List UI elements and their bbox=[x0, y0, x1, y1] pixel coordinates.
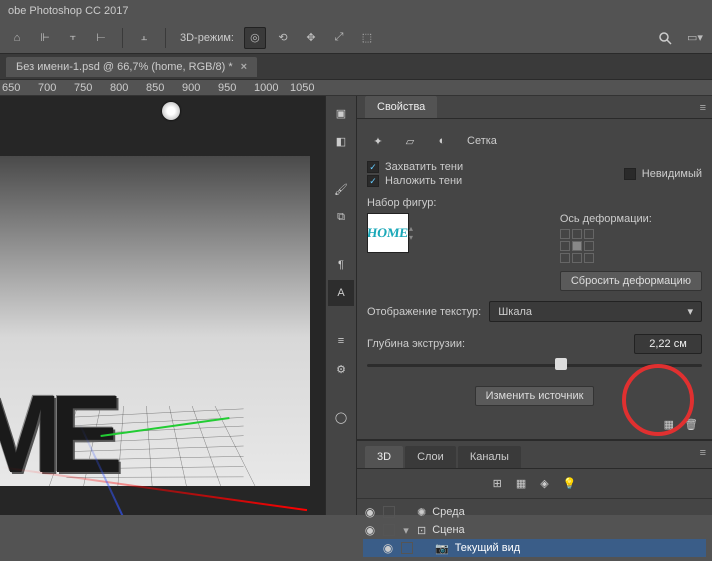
horizontal-ruler: 650 700 750 800 850 900 950 1000 1050 bbox=[0, 80, 712, 96]
extrusion-slider[interactable] bbox=[367, 358, 702, 372]
panel-icon-libraries[interactable]: ◯ bbox=[328, 404, 354, 430]
visibility-toggle[interactable]: ◉ bbox=[363, 523, 377, 537]
3d-cursor-icon bbox=[162, 102, 180, 120]
reset-deform-button[interactable]: Сбросить деформацию bbox=[560, 271, 702, 291]
disclosure-icon[interactable]: ▾ bbox=[401, 524, 411, 537]
distribute-icon[interactable]: ⫠ bbox=[133, 27, 155, 49]
shape-thumbnail[interactable]: HOME bbox=[367, 213, 409, 253]
slider-thumb[interactable] bbox=[555, 358, 567, 370]
home-icon[interactable]: ⌂ bbox=[6, 27, 28, 49]
document-tab-bar: Без имени-1.psd @ 66,7% (home, RGB/8) * … bbox=[0, 54, 712, 80]
panel-icon-clone[interactable]: ⧉ bbox=[328, 204, 354, 230]
tab-3d[interactable]: 3D bbox=[365, 446, 403, 468]
search-icon[interactable] bbox=[654, 27, 676, 49]
extrusion-depth-label: Глубина экструзии: bbox=[367, 338, 465, 350]
align-icon-3[interactable]: ⊢ bbox=[90, 27, 112, 49]
deform-axis-grid[interactable] bbox=[560, 229, 702, 263]
move-icon[interactable]: ✥ bbox=[300, 27, 322, 49]
3d-scene-tree: ◉ ✺ Среда ◉ ▾ ⊡ Сцена ◉ 📷 bbox=[357, 499, 712, 561]
panel-icon-paragraph[interactable]: ¶ bbox=[328, 252, 354, 278]
texture-display-select[interactable]: Шкала ▾ bbox=[489, 301, 702, 322]
invisible-label: Невидимый bbox=[642, 168, 702, 180]
environment-icon: ✺ bbox=[417, 506, 426, 519]
mesh-icon[interactable]: ✦ bbox=[367, 131, 389, 151]
grid-button-label[interactable]: Сетка bbox=[467, 135, 497, 147]
panel-icon-layers[interactable]: ≡ bbox=[328, 328, 354, 354]
tree-row-current-view[interactable]: ◉ 📷 Текущий вид bbox=[363, 539, 706, 557]
close-tab-icon[interactable]: × bbox=[241, 61, 247, 73]
document-tab-title: Без имени-1.psd @ 66,7% (home, RGB/8) * bbox=[16, 61, 233, 73]
filter-scene-icon[interactable]: ⊞ bbox=[493, 477, 502, 490]
panel-menu-icon[interactable]: ≡ bbox=[700, 102, 706, 114]
invisible-checkbox[interactable] bbox=[624, 168, 636, 180]
panel-icon-brush[interactable]: 🖌 bbox=[328, 176, 354, 202]
trash-icon[interactable]: 🗑 bbox=[684, 418, 698, 431]
app-title: obe Photoshop CC 2017 bbox=[8, 5, 128, 17]
rotate-icon[interactable]: ⟲ bbox=[272, 27, 294, 49]
visibility-toggle[interactable]: ◉ bbox=[381, 541, 395, 555]
capture-shadows-checkbox[interactable] bbox=[367, 161, 379, 173]
options-toolbar: ⌂ ⊩ ⫟ ⊢ ⫠ 3D-режим: ◎ ⟲ ✥ ⤢ ⬚ ▭▾ bbox=[0, 22, 712, 54]
extrusion-depth-input[interactable]: 2,22 см bbox=[634, 334, 702, 354]
overlay-shadows-checkbox[interactable] bbox=[367, 175, 379, 187]
filter-mesh-icon[interactable]: ▦ bbox=[516, 477, 526, 490]
properties-tab[interactable]: Свойства bbox=[365, 96, 437, 118]
align-icon-1[interactable]: ⊩ bbox=[34, 27, 56, 49]
align-icon-2[interactable]: ⫟ bbox=[62, 27, 84, 49]
properties-panel: Свойства ≡ ✦ ▱ ◐ Сетка Захватить тени bbox=[357, 96, 712, 515]
panel3d-menu-icon[interactable]: ≡ bbox=[700, 447, 706, 459]
tree-row-environment[interactable]: ◉ ✺ Среда bbox=[363, 503, 706, 521]
visibility-toggle[interactable]: ◉ bbox=[363, 505, 377, 519]
mode-label: 3D-режим: bbox=[180, 32, 234, 44]
3d-panel: 3D Слои Каналы ≡ ⊞ ▦ ◈ 💡 ◉ ✺ Среда bbox=[357, 440, 712, 561]
tab-layers[interactable]: Слои bbox=[405, 446, 456, 468]
panel-icon-color[interactable]: ◧ bbox=[328, 128, 354, 154]
app-titlebar: obe Photoshop CC 2017 bbox=[0, 0, 712, 22]
capture-shadows-label: Захватить тени bbox=[385, 161, 463, 173]
panel-icon-adjustments[interactable]: ⚙ bbox=[328, 356, 354, 382]
camera-icon: 📷 bbox=[435, 542, 449, 555]
deform-axis-label: Ось деформации: bbox=[560, 213, 652, 225]
panel-icon-history[interactable]: ▣ bbox=[328, 100, 354, 126]
overlay-shadows-label: Наложить тени bbox=[385, 175, 462, 187]
cap-icon[interactable]: ◐ bbox=[431, 131, 453, 151]
chevron-down-icon: ▾ bbox=[687, 305, 693, 318]
deform-icon[interactable]: ▱ bbox=[399, 131, 421, 151]
document-tab[interactable]: Без имени-1.psd @ 66,7% (home, RGB/8) * … bbox=[6, 57, 257, 77]
tree-row-scene[interactable]: ◉ ▾ ⊡ Сцена bbox=[363, 521, 706, 539]
scale-icon[interactable]: ⤢ bbox=[328, 27, 350, 49]
change-source-button[interactable]: Изменить источник bbox=[475, 386, 595, 406]
cube-icon[interactable]: ⬚ bbox=[356, 27, 378, 49]
orbit-icon[interactable]: ◎ bbox=[244, 27, 266, 49]
render-icon[interactable]: ▦ bbox=[664, 418, 674, 431]
canvas[interactable]: ME bbox=[0, 96, 325, 515]
shape-set-label: Набор фигур: bbox=[367, 197, 702, 209]
tab-channels[interactable]: Каналы bbox=[458, 446, 521, 468]
filter-material-icon[interactable]: ◈ bbox=[540, 477, 548, 490]
texture-display-label: Отображение текстур: bbox=[367, 306, 481, 318]
collapsed-panel-strip: ▣ ◧ 🖌 ⧉ ¶ A ≡ ⚙ ◯ bbox=[325, 96, 357, 515]
panel-icon-character[interactable]: A bbox=[328, 280, 354, 306]
filter-light-icon[interactable]: 💡 bbox=[563, 477, 577, 490]
thumb-stepper[interactable]: ▴▾ bbox=[409, 213, 429, 253]
workspace-icon[interactable]: ▭▾ bbox=[684, 27, 706, 49]
scene-icon: ⊡ bbox=[417, 524, 426, 537]
